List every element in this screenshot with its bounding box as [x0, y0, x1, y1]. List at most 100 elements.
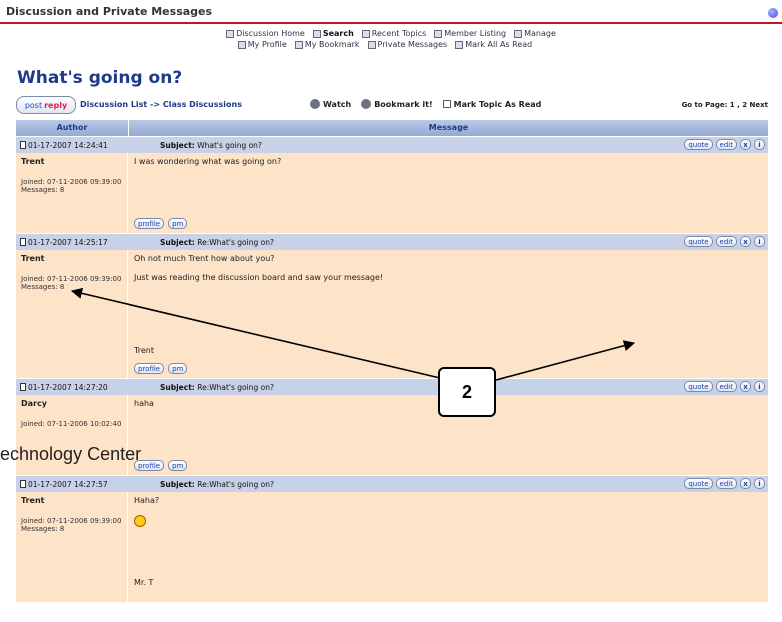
message-line: Haha?	[134, 496, 160, 505]
post-actions: quote edit x i	[684, 139, 765, 150]
app-header: Discussion and Private Messages	[0, 0, 782, 24]
delete-button[interactable]: x	[740, 478, 751, 489]
table-header: Author Message	[16, 120, 768, 136]
home-icon	[226, 29, 235, 38]
post-user-buttons: profile pm	[134, 460, 188, 471]
edit-button[interactable]: edit	[715, 236, 737, 247]
post-author: Trent Joined: 07-11-2006 09:39:00 Message…	[16, 250, 128, 378]
members-icon	[434, 29, 443, 38]
quote-button[interactable]: quote	[684, 139, 713, 150]
post-date: 01-17-2007 14:24:41	[16, 141, 128, 150]
post-icon	[20, 141, 26, 149]
message-signature: Mr. T	[134, 578, 154, 587]
profile-button[interactable]: profile	[134, 363, 165, 374]
author-name[interactable]: Trent	[21, 254, 122, 263]
nav-row-1: Discussion Home Search Recent Topics Mem…	[0, 28, 782, 39]
nav-my-profile[interactable]: My Profile	[237, 39, 287, 50]
private-messages-icon	[367, 40, 376, 49]
delete-button[interactable]: x	[740, 381, 751, 392]
message-column-header: Message	[428, 123, 469, 132]
author-info: Joined: 07-11-2006 09:39:00 Messages: 8	[21, 275, 122, 291]
post-icon	[20, 383, 26, 391]
author-name[interactable]: Darcy	[21, 399, 122, 408]
post-user-buttons: profile pm	[134, 363, 188, 374]
post-meta: 01-17-2007 14:25:17 Subject: Re:What's g…	[16, 233, 768, 250]
delete-button[interactable]: x	[740, 139, 751, 150]
watch-link[interactable]: Watch	[310, 99, 351, 109]
ip-info-button[interactable]: i	[754, 478, 765, 489]
post-date: 01-17-2007 14:25:17	[16, 238, 128, 247]
pm-button[interactable]: pm	[168, 460, 188, 471]
message-line: Just was reading the discussion board an…	[134, 273, 384, 282]
profile-icon	[237, 40, 246, 49]
author-info: Joined: 07-11-2006 09:39:00 Messages: 8	[21, 517, 122, 533]
post-subject: Subject: Re:What's going on?	[160, 237, 274, 247]
post-subject: Subject: Re:What's going on?	[160, 479, 274, 489]
edit-button[interactable]: edit	[715, 381, 737, 392]
profile-button[interactable]: profile	[134, 218, 165, 229]
nav-member-listing[interactable]: Member Listing	[434, 28, 506, 39]
post-actions: quote edit x i	[684, 478, 765, 489]
binoculars-icon	[310, 99, 320, 109]
nav-discussion-home[interactable]: Discussion Home	[226, 28, 305, 39]
author-info: Joined: 07-11-2006 09:39:00 Messages: 8	[21, 178, 122, 194]
smiley-icon	[134, 515, 146, 527]
post-author: Trent Joined: 07-11-2006 09:39:00 Message…	[16, 492, 128, 602]
message-line: I was wondering what was going on?	[134, 157, 282, 166]
bookmark-icon	[294, 40, 303, 49]
pm-button[interactable]: pm	[168, 218, 188, 229]
watermark-text: echnology Center	[0, 444, 142, 464]
post-message: Haha? Mr. T	[128, 492, 768, 602]
author-name[interactable]: Trent	[21, 496, 122, 505]
post-actions: quote edit x i	[684, 236, 765, 247]
post-author: Trent Joined: 07-11-2006 09:39:00 Message…	[16, 153, 128, 233]
posts-table: Author Message 01-17-2007 14:24:41 Subje…	[16, 120, 768, 602]
nav-manage[interactable]: Manage	[514, 28, 556, 39]
app-title: Discussion and Private Messages	[6, 5, 213, 18]
post-subject: Subject: What's going on?	[160, 140, 262, 150]
post-body: Trent Joined: 07-11-2006 09:39:00 Message…	[16, 153, 768, 233]
breadcrumb[interactable]: Discussion List -> Class Discussions	[80, 100, 242, 109]
nav-private-messages[interactable]: Private Messages	[367, 39, 447, 50]
post-body: Trent Joined: 07-11-2006 09:39:00 Message…	[16, 250, 768, 378]
nav-mark-all-read[interactable]: Mark All As Read	[455, 39, 532, 50]
author-info: Joined: 07-11-2006 10:02:40	[21, 420, 122, 428]
post-message: I was wondering what was going on? profi…	[128, 153, 768, 233]
post-meta: 01-17-2007 14:27:20 Subject: Re:What's g…	[16, 378, 768, 395]
manage-icon	[514, 29, 523, 38]
forum-nav: Discussion Home Search Recent Topics Mem…	[0, 28, 782, 50]
bookmark-link[interactable]: Bookmark it!	[361, 99, 433, 109]
delete-button[interactable]: x	[740, 236, 751, 247]
author-name[interactable]: Trent	[21, 157, 122, 166]
page-title: What's going on?	[17, 68, 183, 88]
post-actions: quote edit x i	[684, 381, 765, 392]
globe-icon	[361, 99, 372, 109]
callout-badge: 2	[438, 367, 496, 417]
ip-info-button[interactable]: i	[754, 139, 765, 150]
quote-button[interactable]: quote	[684, 381, 713, 392]
checkbox-icon	[442, 100, 451, 108]
ip-info-button[interactable]: i	[754, 236, 765, 247]
post-date: 01-17-2007 14:27:57	[16, 480, 128, 489]
post-icon	[20, 238, 26, 246]
edit-button[interactable]: edit	[715, 478, 737, 489]
post-reply-button[interactable]: post reply	[16, 96, 76, 114]
post-subject: Subject: Re:What's going on?	[160, 382, 274, 392]
mark-topic-read-link[interactable]: Mark Topic As Read	[442, 99, 541, 109]
post-message: Oh not much Trent how about you? Just wa…	[128, 250, 768, 378]
message-emoticon	[134, 515, 762, 529]
topic-tools: Watch Bookmark it! Mark Topic As Read	[310, 99, 541, 109]
post-date: 01-17-2007 14:27:20	[16, 383, 128, 392]
quote-button[interactable]: quote	[684, 236, 713, 247]
help-icon[interactable]	[768, 8, 778, 18]
nav-search[interactable]: Search	[312, 28, 354, 39]
pm-button[interactable]: pm	[168, 363, 188, 374]
nav-my-bookmark[interactable]: My Bookmark	[294, 39, 360, 50]
quote-button[interactable]: quote	[684, 478, 713, 489]
edit-button[interactable]: edit	[715, 139, 737, 150]
post-meta: 01-17-2007 14:24:41 Subject: What's goin…	[16, 136, 768, 153]
ip-info-button[interactable]: i	[754, 381, 765, 392]
recent-topics-icon	[361, 29, 370, 38]
nav-recent-topics[interactable]: Recent Topics	[361, 28, 426, 39]
pagination[interactable]: Go to Page: 1 , 2 Next	[682, 101, 768, 109]
